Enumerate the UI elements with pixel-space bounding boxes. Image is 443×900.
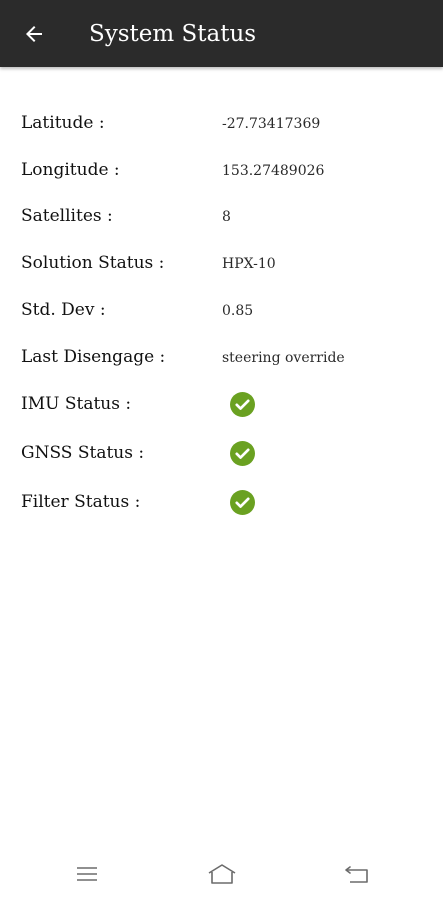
back-icon <box>345 866 368 883</box>
longitude-label: Longitude : <box>21 160 120 180</box>
longitude-value: 153.27489026 <box>222 163 325 179</box>
menu-icon <box>77 867 97 881</box>
arrow-left-icon <box>26 26 42 42</box>
gnss-status-label: GNSS Status : <box>21 443 145 463</box>
satellites-row: Satellites : 8 <box>0 196 443 236</box>
home-button[interactable] <box>205 860 239 888</box>
home-icon <box>208 864 236 884</box>
imu-status-row: IMU Status : <box>0 384 443 424</box>
std-dev-label: Std. Dev : <box>21 300 106 320</box>
last-disengage-label: Last Disengage : <box>21 347 166 367</box>
last-disengage-row: Last Disengage : steering override <box>0 337 443 377</box>
check-circle-icon <box>230 392 255 417</box>
system-nav-bar <box>0 848 443 900</box>
check-circle-icon <box>230 490 255 515</box>
recent-apps-button[interactable] <box>70 860 104 888</box>
imu-status-label: IMU Status : <box>21 394 132 414</box>
std-dev-value: 0.85 <box>222 303 254 319</box>
back-button[interactable] <box>14 14 54 54</box>
app-bar: System Status <box>0 0 443 67</box>
solution-status-row: Solution Status : HPX-10 <box>0 243 443 283</box>
check-circle-icon <box>230 441 255 466</box>
latitude-value: -27.73417369 <box>222 116 321 132</box>
solution-status-label: Solution Status : <box>21 253 165 273</box>
solution-status-value: HPX-10 <box>222 256 276 272</box>
filter-status-label: Filter Status : <box>21 492 141 512</box>
gnss-status-row: GNSS Status : <box>0 433 443 473</box>
satellites-value: 8 <box>222 209 231 225</box>
satellites-label: Satellites : <box>21 206 113 226</box>
last-disengage-value: steering override <box>222 350 345 366</box>
latitude-row: Latitude : -27.73417369 <box>0 103 443 143</box>
latitude-label: Latitude : <box>21 113 105 133</box>
system-back-button[interactable] <box>340 860 374 888</box>
std-dev-row: Std. Dev : 0.85 <box>0 290 443 330</box>
page-title: System Status <box>89 21 257 47</box>
filter-status-row: Filter Status : <box>0 482 443 522</box>
longitude-row: Longitude : 153.27489026 <box>0 150 443 190</box>
